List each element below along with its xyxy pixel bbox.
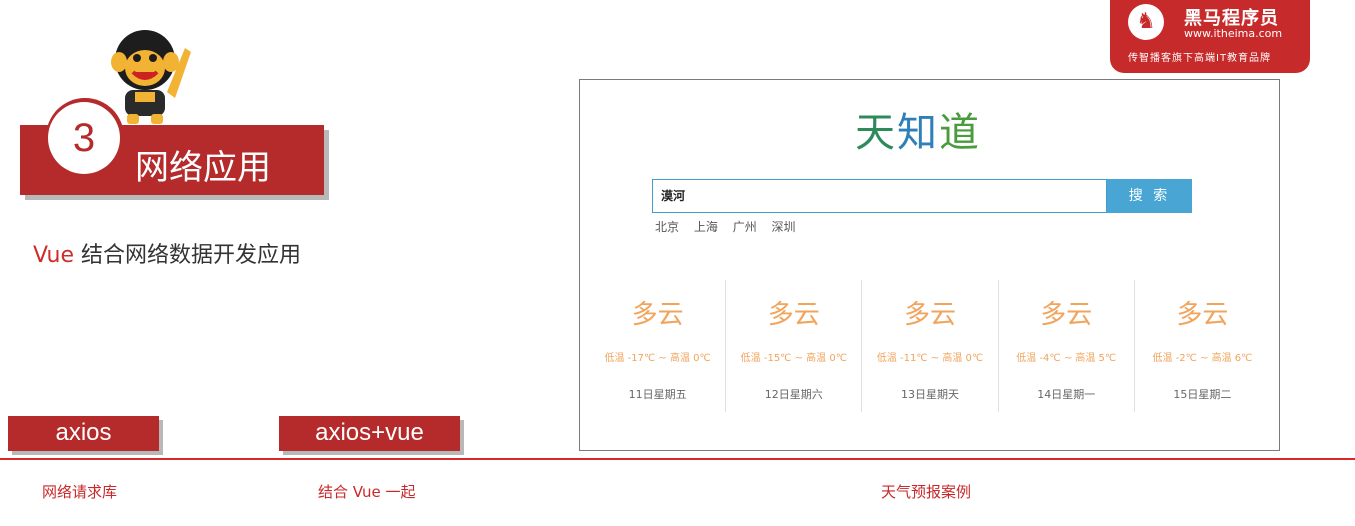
subtitle: Vue 结合网络数据开发应用 bbox=[33, 237, 301, 269]
forecast-date: 11日星期五 bbox=[628, 388, 687, 401]
weather-demo-screenshot: 天知道 漠河 搜 索 北京 上海 广州 深圳 多云 低温 -17℃ ~ 高温 0… bbox=[579, 79, 1280, 451]
search-button[interactable]: 搜 索 bbox=[1107, 179, 1192, 213]
hot-city-link[interactable]: 北京 bbox=[655, 220, 679, 234]
horse-logo-icon: ♞ bbox=[1128, 4, 1164, 40]
forecast-date: 13日星期天 bbox=[901, 388, 959, 401]
temperature-range: 低温 -4℃ ~ 高温 5℃ bbox=[1016, 353, 1117, 364]
weather-type: 多云 bbox=[1040, 300, 1093, 330]
hot-city-link[interactable]: 深圳 bbox=[772, 220, 796, 234]
temperature-range: 低温 -17℃ ~ 高温 0℃ bbox=[604, 353, 711, 364]
weather-type: 多云 bbox=[1176, 300, 1229, 330]
demo-logo-char: 天 bbox=[855, 110, 897, 156]
forecast-day: 多云 低温 -2℃ ~ 高温 6℃ 15日星期二 bbox=[1135, 280, 1270, 412]
hot-city-link[interactable]: 上海 bbox=[694, 220, 718, 234]
brand-url: www.itheima.com bbox=[1184, 27, 1283, 40]
temperature-range: 低温 -15℃ ~ 高温 0℃ bbox=[740, 353, 847, 364]
forecast-list: 多云 低温 -17℃ ~ 高温 0℃ 11日星期五 多云 低温 -15℃ ~ 高… bbox=[590, 280, 1270, 412]
section-title: 网络应用 bbox=[135, 148, 271, 188]
weather-type: 多云 bbox=[904, 300, 957, 330]
forecast-date: 12日星期六 bbox=[764, 388, 823, 401]
feature-tag-axios: axios bbox=[8, 416, 159, 451]
weather-type: 多云 bbox=[767, 300, 820, 330]
forecast-date: 14日星期一 bbox=[1037, 388, 1096, 401]
brand-logo: ♞ 黑马程序员 www.itheima.com 传智播客旗下高端IT教育品牌 bbox=[1110, 0, 1310, 73]
forecast-date: 15日星期二 bbox=[1173, 388, 1232, 401]
caption-axios-vue: 结合 Vue 一起 bbox=[318, 483, 416, 501]
forecast-day: 多云 低温 -4℃ ~ 高温 5℃ 14日星期一 bbox=[999, 280, 1135, 412]
subtitle-accent: Vue bbox=[33, 243, 75, 268]
monkey-mascot-icon bbox=[111, 30, 191, 124]
hot-cities: 北京 上海 广州 深圳 bbox=[655, 218, 807, 235]
section-number: 3 bbox=[48, 102, 120, 174]
city-search-input[interactable]: 漠河 bbox=[652, 179, 1107, 213]
subtitle-text: 结合网络数据开发应用 bbox=[74, 243, 302, 268]
temperature-range: 低温 -11℃ ~ 高温 0℃ bbox=[876, 353, 984, 364]
demo-logo-char: 道 bbox=[939, 110, 981, 156]
divider bbox=[0, 458, 1355, 460]
forecast-day: 多云 低温 -17℃ ~ 高温 0℃ 11日星期五 bbox=[590, 280, 727, 412]
demo-logo: 天知道 bbox=[855, 100, 981, 158]
caption-axios: 网络请求库 bbox=[42, 483, 118, 501]
brand-slogan: 传智播客旗下高端IT教育品牌 bbox=[1128, 53, 1272, 64]
feature-tag-axios-vue: axios+vue bbox=[279, 416, 460, 451]
temperature-range: 低温 -2℃ ~ 高温 6℃ bbox=[1152, 353, 1253, 364]
forecast-day: 多云 低温 -15℃ ~ 高温 0℃ 12日星期六 bbox=[726, 280, 863, 412]
hot-city-link[interactable]: 广州 bbox=[733, 220, 757, 234]
demo-logo-char: 知 bbox=[897, 110, 939, 156]
forecast-day: 多云 低温 -11℃ ~ 高温 0℃ 13日星期天 bbox=[862, 280, 999, 412]
weather-type: 多云 bbox=[631, 300, 684, 330]
caption-weather-demo: 天气预报案例 bbox=[881, 483, 972, 501]
